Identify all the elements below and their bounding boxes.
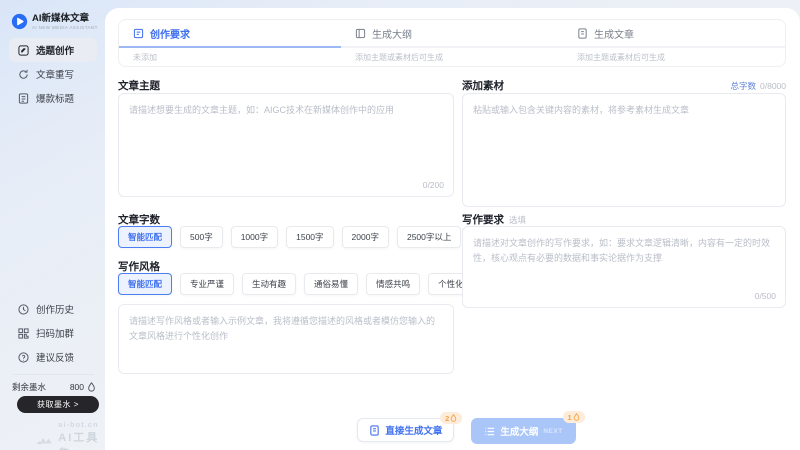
rewrite-icon xyxy=(18,69,29,80)
qr-code-icon xyxy=(18,328,29,339)
sidebar-item-label: 选题创作 xyxy=(36,43,74,57)
material-textarea-box xyxy=(462,93,786,207)
topic-counter: 0/200 xyxy=(423,180,444,190)
watermark-logo-icon xyxy=(36,433,53,449)
requirements-icon xyxy=(133,28,144,39)
document-icon xyxy=(369,425,380,436)
steps-row: 创作要求 生成大纲 生成文章 xyxy=(119,20,785,46)
generate-outline-label: 生成大纲 xyxy=(500,424,538,438)
sidebar-item-hot-title[interactable]: 爆款标题 xyxy=(9,86,97,110)
style-textarea[interactable] xyxy=(119,305,453,373)
step-status: 未添加 xyxy=(119,48,341,67)
style-chips: 智能匹配 专业严谨 生动有趣 通俗易懂 情感共鸣 个性化风格 xyxy=(118,273,491,295)
step-generate-article[interactable]: 生成文章 xyxy=(563,20,785,46)
clock-icon xyxy=(18,304,29,315)
material-textarea[interactable] xyxy=(463,94,785,206)
style-option-professional[interactable]: 专业严谨 xyxy=(180,273,234,295)
word-count-option-1500[interactable]: 1500字 xyxy=(286,226,333,248)
topic-label: 文章主题 xyxy=(118,78,160,93)
material-total-label: 总字数 xyxy=(730,80,756,92)
app-title: AI新媒体文章 xyxy=(32,13,98,24)
word-count-option-auto[interactable]: 智能匹配 xyxy=(118,226,172,248)
step-status: 添加主题或素材后可生成 xyxy=(563,48,785,67)
generate-article-cost-badge: 2 xyxy=(440,412,462,424)
sidebar-item-label: 创作历史 xyxy=(36,302,74,316)
step-label: 创作要求 xyxy=(150,26,190,41)
word-count-label: 文章字数 xyxy=(118,212,160,227)
requirement-textarea-box: 0/500 xyxy=(462,226,786,308)
step-creation-requirements[interactable]: 创作要求 xyxy=(119,20,341,46)
question-circle-icon xyxy=(18,352,29,363)
topic-textarea[interactable] xyxy=(119,94,453,196)
material-total-counter: 0/8000 xyxy=(760,81,786,91)
sidebar-divider xyxy=(12,374,94,375)
step-label: 生成文章 xyxy=(594,26,634,41)
material-label: 添加素材 xyxy=(462,78,504,93)
steps-card: 创作要求 生成大纲 生成文章 未添加 添加主题或素材后可生成 添加主题或素材后可… xyxy=(118,19,786,67)
main-panel: 创作要求 生成大纲 生成文章 未添加 添加主题或素材后可生成 添加主题或素材后可… xyxy=(105,8,800,450)
cost-value: 2 xyxy=(445,414,449,423)
ink-balance: 剩余墨水 800 xyxy=(12,381,96,393)
style-option-auto[interactable]: 智能匹配 xyxy=(118,273,172,295)
ink-drop-icon xyxy=(573,413,580,421)
sidebar: AI新媒体文章 AI NEW MEDIA ASSISTANT 选题创作 文章重写… xyxy=(0,0,105,450)
app-window: AI新媒体文章 AI NEW MEDIA ASSISTANT 选题创作 文章重写… xyxy=(0,0,800,450)
article-icon xyxy=(577,28,588,39)
generate-article-button[interactable]: 直接生成文章 2 xyxy=(357,418,454,442)
sidebar-item-history[interactable]: 创作历史 xyxy=(9,297,97,321)
sidebar-item-qr-group[interactable]: 扫码加群 xyxy=(9,321,97,345)
ink-balance-label: 剩余墨水 xyxy=(12,381,46,393)
watermark-name: AI工具集 xyxy=(58,429,105,450)
sidebar-secondary-menu: 创作历史 扫码加群 建议反馈 xyxy=(9,297,97,369)
app-logo: AI新媒体文章 AI NEW MEDIA ASSISTANT xyxy=(11,13,98,30)
step-generate-outline[interactable]: 生成大纲 xyxy=(341,20,563,46)
sidebar-item-label: 扫码加群 xyxy=(36,326,74,340)
app-tagline: AI NEW MEDIA ASSISTANT xyxy=(32,25,98,30)
ink-drop-icon xyxy=(450,414,457,422)
list-icon xyxy=(484,426,495,437)
topic-textarea-box: 0/200 xyxy=(118,93,454,197)
requirement-label: 写作要求 xyxy=(462,214,504,226)
word-count-option-2000[interactable]: 2000字 xyxy=(342,226,389,248)
generate-outline-cost-badge: 1 xyxy=(563,411,585,423)
next-tag: NEXT xyxy=(543,428,562,435)
style-option-emotional[interactable]: 情感共鸣 xyxy=(366,273,420,295)
word-count-option-500[interactable]: 500字 xyxy=(180,226,223,248)
play-logo-icon xyxy=(11,13,28,30)
ink-balance-value: 800 xyxy=(70,382,84,392)
cost-value: 1 xyxy=(568,413,572,422)
word-count-option-1000[interactable]: 1000字 xyxy=(231,226,278,248)
style-textarea-box xyxy=(118,304,454,374)
watermark-site: ai-bot.cn xyxy=(58,420,105,429)
style-option-vivid[interactable]: 生动有趣 xyxy=(242,273,296,295)
sidebar-menu: 选题创作 文章重写 爆款标题 xyxy=(9,38,97,110)
style-option-plain[interactable]: 通俗易懂 xyxy=(304,273,358,295)
outline-icon xyxy=(355,28,366,39)
requirement-counter: 0/500 xyxy=(755,291,776,301)
sidebar-item-feedback[interactable]: 建议反馈 xyxy=(9,345,97,369)
requirement-textarea[interactable] xyxy=(463,227,785,307)
generate-outline-button[interactable]: 生成大纲 NEXT 1 xyxy=(471,418,575,444)
step-label: 生成大纲 xyxy=(372,26,412,41)
document-icon xyxy=(18,93,29,104)
sidebar-item-topic-creation[interactable]: 选题创作 xyxy=(9,38,97,62)
watermark: ai-bot.cn AI工具集 xyxy=(36,420,105,450)
sidebar-item-label: 文章重写 xyxy=(36,67,74,81)
steps-status-row: 未添加 添加主题或素材后可生成 添加主题或素材后可生成 xyxy=(119,48,785,67)
footer-action-bar: 直接生成文章 2 生成大纲 NEXT 1 xyxy=(105,418,800,444)
requirement-label-row: 写作要求选填 xyxy=(462,212,526,227)
step-status: 添加主题或素材后可生成 xyxy=(341,48,563,67)
requirement-optional-note: 选填 xyxy=(509,215,526,225)
edit-icon xyxy=(18,45,29,56)
ink-drop-icon xyxy=(87,382,96,392)
get-ink-button[interactable]: 获取墨水 > xyxy=(17,396,99,413)
sidebar-item-label: 爆款标题 xyxy=(36,91,74,105)
generate-article-label: 直接生成文章 xyxy=(385,423,442,437)
sidebar-item-article-rewrite[interactable]: 文章重写 xyxy=(9,62,97,86)
word-count-option-2500plus[interactable]: 2500字以上 xyxy=(397,226,461,248)
material-label-row: 添加素材 总字数 0/8000 xyxy=(462,78,786,93)
sidebar-item-label: 建议反馈 xyxy=(36,350,74,364)
style-label: 写作风格 xyxy=(118,259,160,274)
